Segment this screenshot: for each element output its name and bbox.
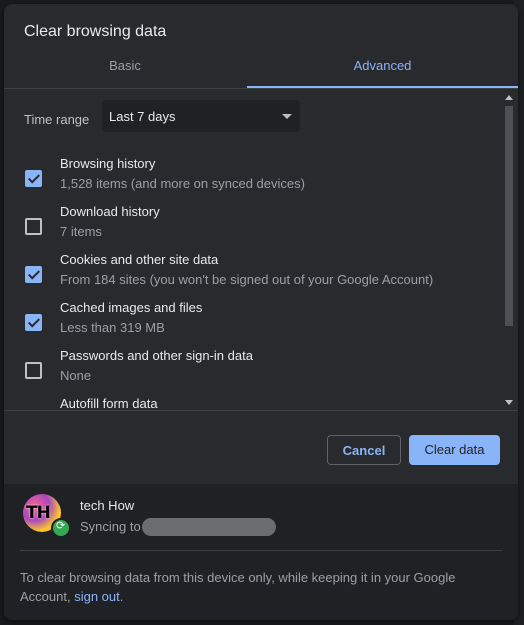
option-cached-images[interactable]: Cached images and files Less than 319 MB [4, 300, 494, 348]
dropdown-arrow-icon [282, 114, 292, 119]
option-download-history[interactable]: Download history 7 items [4, 204, 494, 252]
scroll-up-arrow-icon[interactable] [505, 95, 513, 100]
footnote-end: . [119, 589, 124, 604]
sync-icon [51, 518, 71, 538]
dialog-title: Clear browsing data [24, 23, 167, 40]
tab-selected-indicator [247, 86, 518, 88]
content-divider [4, 410, 518, 411]
redacted-email [142, 518, 276, 536]
option-autofill[interactable]: Autofill form data [4, 396, 494, 410]
option-passwords[interactable]: Passwords and other sign-in data None [4, 348, 494, 396]
clear-data-button[interactable]: Clear data [409, 435, 500, 465]
option-label: Passwords and other sign-in data [60, 348, 253, 363]
sign-out-note: To clear browsing data from this device … [20, 568, 490, 606]
option-label: Cached images and files [60, 300, 203, 315]
option-cookies[interactable]: Cookies and other site data From 184 sit… [4, 252, 494, 300]
tab-advanced[interactable]: Advanced [247, 52, 518, 88]
scroll-down-arrow-icon[interactable] [505, 400, 513, 405]
cached-images-checkbox[interactable] [25, 314, 42, 331]
cancel-button[interactable]: Cancel [327, 435, 401, 465]
cookies-checkbox[interactable] [25, 266, 42, 283]
option-detail: From 184 sites (you won't be signed out … [60, 272, 434, 287]
download-history-checkbox[interactable] [25, 218, 42, 235]
option-label: Cookies and other site data [60, 252, 219, 267]
option-browsing-history[interactable]: Browsing history 1,528 items (and more o… [4, 156, 494, 204]
option-detail: 7 items [60, 224, 102, 239]
option-detail: 1,528 items (and more on synced devices) [60, 176, 305, 191]
account-divider [20, 550, 502, 551]
option-label: Browsing history [60, 156, 156, 171]
browsing-history-checkbox[interactable] [25, 170, 42, 187]
advanced-options-panel[interactable]: Time range Last 7 days Browsing history … [4, 90, 518, 410]
time-range-dropdown[interactable]: Last 7 days [102, 100, 300, 132]
time-range-value: Last 7 days [109, 109, 176, 124]
account-section: TH tech How Syncing to To clear browsing… [4, 484, 518, 620]
passwords-checkbox[interactable] [25, 362, 42, 379]
option-detail: None [60, 368, 92, 383]
scrollbar[interactable] [504, 92, 514, 410]
avatar-letters: TH [26, 503, 51, 523]
account-name: tech How [80, 498, 135, 513]
tabs-divider [4, 88, 518, 89]
sync-status: Syncing to [80, 519, 141, 534]
tab-bar: Basic Advanced [4, 52, 518, 90]
option-label: Autofill form data [60, 396, 158, 410]
time-range-label: Time range [24, 112, 90, 127]
sign-out-link[interactable]: sign out [74, 589, 120, 604]
clear-browsing-data-dialog: Clear browsing data Basic Advanced Time … [4, 4, 518, 620]
tab-basic[interactable]: Basic [4, 52, 246, 88]
option-label: Download history [60, 204, 160, 219]
option-detail: Less than 319 MB [60, 320, 165, 335]
scrollbar-thumb[interactable] [505, 106, 513, 326]
